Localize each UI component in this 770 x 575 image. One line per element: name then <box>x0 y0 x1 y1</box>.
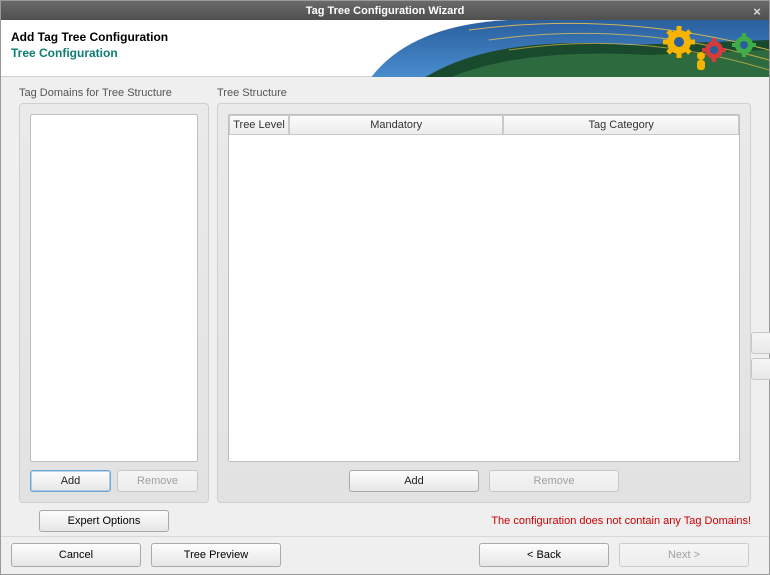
cancel-button[interactable]: Cancel <box>11 543 141 567</box>
wizard-window: Tag Tree Configuration Wizard × Add Tag … <box>0 0 770 575</box>
content-area: Tag Domains for Tree Structure Add Remov… <box>1 77 769 509</box>
col-tag-category[interactable]: Tag Category <box>503 115 739 135</box>
tree-structure-frame: Tree Level Mandatory Tag Category Add Re… <box>217 103 751 503</box>
tag-domains-label: Tag Domains for Tree Structure <box>19 87 209 99</box>
next-label: Next > <box>668 549 700 561</box>
back-label: < Back <box>527 549 561 561</box>
expert-options-label: Expert Options <box>68 515 141 527</box>
tree-structure-group: Tree Structure Tree Level Mandatory Tag … <box>217 87 751 503</box>
window-title: Tag Tree Configuration Wizard <box>306 5 465 17</box>
expert-options-button[interactable]: Expert Options <box>39 510 169 532</box>
tag-domains-buttons: Add Remove <box>30 470 198 492</box>
tag-domains-add-button[interactable]: Add <box>30 470 111 492</box>
back-button[interactable]: < Back <box>479 543 609 567</box>
tag-domains-listbox[interactable] <box>30 114 198 462</box>
table-body[interactable] <box>229 135 739 461</box>
tree-structure-table[interactable]: Tree Level Mandatory Tag Category <box>228 114 740 462</box>
tag-domains-remove-label: Remove <box>137 475 178 487</box>
move-up-button[interactable] <box>751 332 770 354</box>
warning-text: The configuration does not contain any T… <box>491 515 751 527</box>
move-down-button[interactable] <box>751 358 770 380</box>
titlebar: Tag Tree Configuration Wizard × <box>1 1 769 20</box>
cancel-label: Cancel <box>59 549 93 561</box>
tree-remove-label: Remove <box>534 475 575 487</box>
tag-domains-add-label: Add <box>61 475 81 487</box>
col-tree-level[interactable]: Tree Level <box>229 115 289 135</box>
tree-structure-label: Tree Structure <box>217 87 751 99</box>
header-subtitle: Tree Configuration <box>11 46 168 60</box>
tree-structure-buttons: Add Remove <box>228 470 740 492</box>
table-header: Tree Level Mandatory Tag Category <box>229 115 739 135</box>
tree-add-button[interactable]: Add <box>349 470 479 492</box>
tag-domains-group: Tag Domains for Tree Structure Add Remov… <box>19 87 209 503</box>
tree-remove-button: Remove <box>489 470 619 492</box>
next-button: Next > <box>619 543 749 567</box>
tree-preview-label: Tree Preview <box>184 549 248 561</box>
tree-add-label: Add <box>404 475 424 487</box>
col-mandatory[interactable]: Mandatory <box>289 115 503 135</box>
reorder-buttons <box>751 332 767 380</box>
wizard-header: Add Tag Tree Configuration Tree Configur… <box>1 20 769 77</box>
close-icon[interactable]: × <box>749 3 765 19</box>
header-text: Add Tag Tree Configuration Tree Configur… <box>11 30 168 60</box>
tag-domains-frame: Add Remove <box>19 103 209 503</box>
wizard-footer: Cancel Tree Preview < Back Next > <box>1 536 769 574</box>
header-art <box>369 20 769 80</box>
tag-domains-remove-button: Remove <box>117 470 198 492</box>
header-title: Add Tag Tree Configuration <box>11 30 168 44</box>
tree-preview-button[interactable]: Tree Preview <box>151 543 281 567</box>
below-row: Expert Options The configuration does no… <box>1 509 769 536</box>
